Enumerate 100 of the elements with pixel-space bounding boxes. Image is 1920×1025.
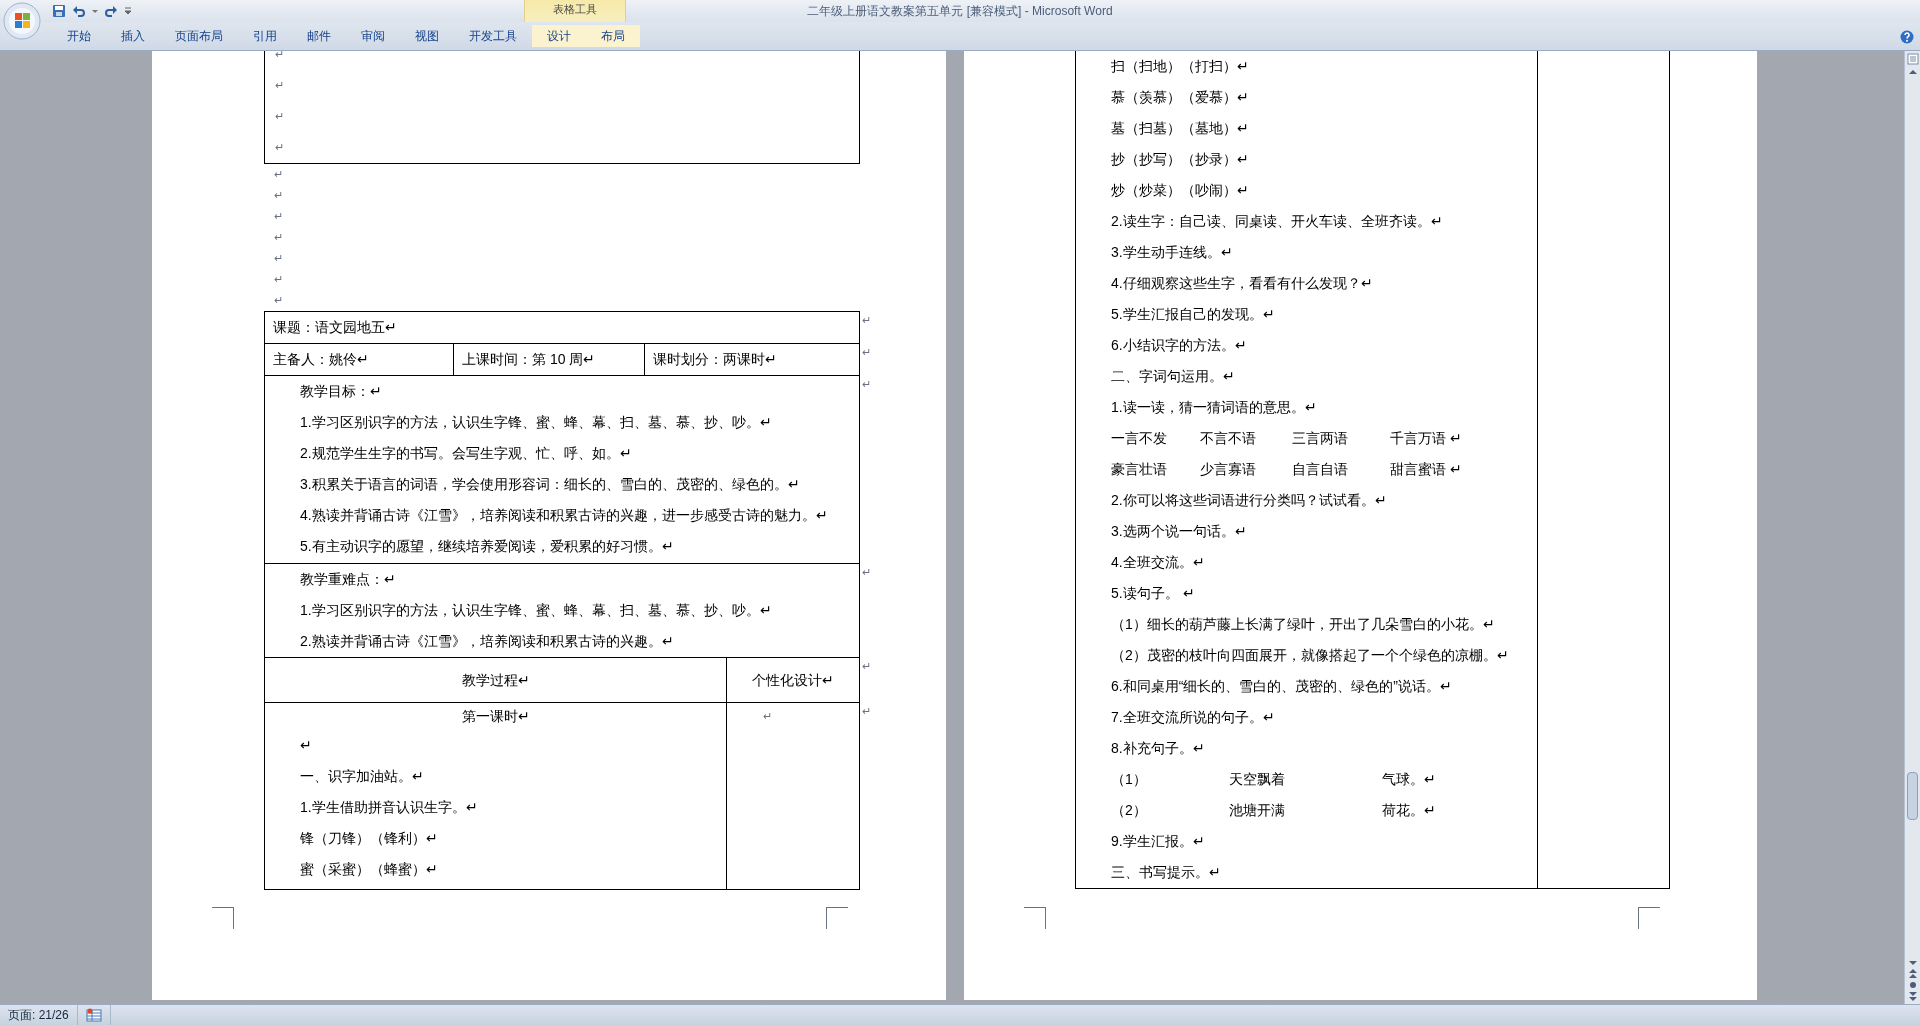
table-text: 课时划分：两课时↵ [653,350,777,369]
ribbon-tab[interactable]: 引用 [238,25,292,47]
ribbon-tab[interactable]: 邮件 [292,25,346,47]
table-text: 蜜（采蜜）（蜂蜜）↵ [300,860,438,879]
row-end-mark: ↵ [862,566,871,578]
table-text: 不言不语 [1200,429,1257,448]
table-text: 锋（刀锋）（锋利）↵ [300,829,438,848]
paragraph-mark: ↵ [274,251,283,267]
table-text: 5.有主动识字的愿望，继续培养爱阅读，爱积累的好习惯。↵ [300,537,674,556]
paragraph-text: 抄（抄写）（抄录）↵ [1111,150,1249,169]
paragraph-mark: ↵ [275,109,284,125]
paragraph-mark: ↵ [274,209,283,225]
ribbon-tab[interactable]: 页面布局 [160,25,238,47]
help-icon[interactable] [1900,30,1914,44]
crop-mark [826,907,848,929]
ribbon-tab[interactable]: 开始 [52,25,106,47]
table-text: 课题：语文园地五↵ [273,318,397,337]
paragraph-text: 扫（扫地）（打扫）↵ [1111,57,1249,76]
row-end-mark: ↵ [862,660,871,672]
paragraph-text: 慕（羡慕）（爱慕）↵ [1111,88,1249,107]
paragraph-text: 三、书写提示。↵ [1111,863,1221,882]
row-end-mark: ↵ [862,346,871,358]
ruler-toggle-icon[interactable] [1906,53,1919,65]
crop-mark [212,907,234,929]
paragraph-mark: ↵ [763,709,772,725]
paragraph-mark: ↵ [274,293,283,309]
paragraph-text: 1.读一读，猜一猜词语的意思。↵ [1111,398,1317,417]
paragraph-mark: ↵ [274,188,283,204]
table-text: 2.熟读并背诵古诗《江雪》，培养阅读和积累古诗的兴趣。↵ [300,632,674,651]
scroll-thumb[interactable] [1907,772,1918,820]
crop-mark [1638,907,1660,929]
paragraph-text: 7.全班交流所说的句子。↵ [1111,708,1275,727]
table-text: 荷花。↵ [1382,801,1436,820]
table-text: 4.熟读并背诵古诗《江雪》，培养阅读和积累古诗的兴趣，进一步感受古诗的魅力。↵ [300,506,828,525]
paragraph-text: （1）细长的葫芦藤上长满了绿叶，开出了几朵雪白的小花。↵ [1111,615,1495,634]
paragraph-mark: ↵ [275,140,284,156]
table-text: （2） [1111,801,1148,820]
table-text: ↵ [300,736,312,755]
ribbon-tab[interactable]: 布局 [586,25,640,47]
previous-page-icon[interactable] [1907,968,1918,980]
ribbon-tab[interactable]: 开发工具 [454,25,532,47]
ribbon-tab[interactable]: 审阅 [346,25,400,47]
paragraph-text: 5.读句子。 ↵ [1111,584,1195,603]
ribbon-tab[interactable]: 设计 [532,25,586,47]
paragraph-text: 9.学生汇报。↵ [1111,832,1205,851]
table-text: （1） [1111,770,1148,789]
table-text: 3.积累关于语言的词语，学会使用形容词：细长的、雪白的、茂密的、绿色的。↵ [300,475,800,494]
paragraph-text: （2）茂密的枝叶向四面展开，就像搭起了一个个绿色的凉棚。↵ [1111,646,1509,665]
paragraph-text: 3.学生动手连线。↵ [1111,243,1233,262]
paragraph-text: 2.你可以将这些词语进行分类吗？试试看。↵ [1111,491,1387,510]
table-text: 甜言蜜语 ↵ [1390,460,1462,479]
table-text: 天空飘着 [1229,770,1286,789]
undo-icon[interactable] [72,4,86,18]
column-header: 个性化设计↵ [752,670,834,690]
table-text: 豪言壮语 [1111,460,1168,479]
paragraph-text: 8.补充句子。↵ [1111,739,1205,758]
table-text: 2.规范学生生字的书写。会写生字观、忙、呼、如。↵ [300,444,632,463]
ribbon-tab[interactable]: 视图 [400,25,454,47]
row-end-mark: ↵ [862,314,871,326]
scroll-up-icon[interactable] [1907,67,1918,77]
table-text: 主备人：姚伶↵ [273,350,369,369]
paragraph-text: 6.小结识字的方法。↵ [1111,336,1247,355]
table-text: 少言寡语 [1200,460,1257,479]
scroll-down-icon[interactable] [1907,958,1918,968]
office-button[interactable] [3,2,41,40]
table-text: 教学目标：↵ [300,382,382,401]
page-count: 页面: 21/26 [8,1007,69,1024]
table-text: 1.学习区别识字的方法，认识生字锋、蜜、蜂、幕、扫、墓、慕、抄、吵。↵ [300,601,772,620]
paragraph-mark: ↵ [275,78,284,94]
paragraph-text: 3.选两个说一句话。↵ [1111,522,1247,541]
paragraph-mark: ↵ [274,230,283,246]
table-text: 教学重难点：↵ [300,570,396,589]
contextual-group-label: 表格工具 [553,2,597,16]
browse-object-icon[interactable] [1907,980,1918,990]
window-title: 二年级上册语文教案第五单元 [兼容模式] - Microsoft Word [807,3,1113,20]
paragraph-text: 二、字词句运用。↵ [1111,367,1235,386]
row-end-mark: ↵ [862,705,871,717]
document-layout-icon[interactable] [85,1008,102,1022]
table-text: 1.学生借助拼音认识生字。↵ [300,798,478,817]
vertical-scrollbar[interactable] [1904,51,1920,1004]
paragraph-mark: ↵ [274,167,283,183]
save-icon[interactable] [52,4,66,18]
next-page-icon[interactable] [1907,990,1918,1002]
ribbon-tab[interactable]: 插入 [106,25,160,47]
table-text: 三言两语 [1292,429,1349,448]
table-text: 一言不发 [1111,429,1168,448]
table-text: 上课时间：第 10 周↵ [462,350,596,369]
column-header: 教学过程↵ [461,670,530,690]
paragraph-text: 炒（炒菜）（吵闹）↵ [1111,181,1249,200]
paragraph-text: 6.和同桌用“细长的、雪白的、茂密的、绿色的”说话。↵ [1111,677,1452,696]
redo-icon[interactable] [104,4,118,18]
table-text: 千言万语 ↵ [1390,429,1462,448]
paragraph-text: 4.全班交流。↵ [1111,553,1205,572]
table-text: 池塘开满 [1229,801,1286,820]
table-text: 气球。↵ [1382,770,1436,789]
paragraph-text: 墓（扫墓）（墓地）↵ [1111,119,1249,138]
crop-mark [1024,907,1046,929]
table-text: 1.学习区别识字的方法，认识生字锋、蜜、蜂、幕、扫、墓、慕、抄、吵。↵ [300,413,772,432]
paragraph-mark: ↵ [274,272,283,288]
row-end-mark: ↵ [862,378,871,390]
